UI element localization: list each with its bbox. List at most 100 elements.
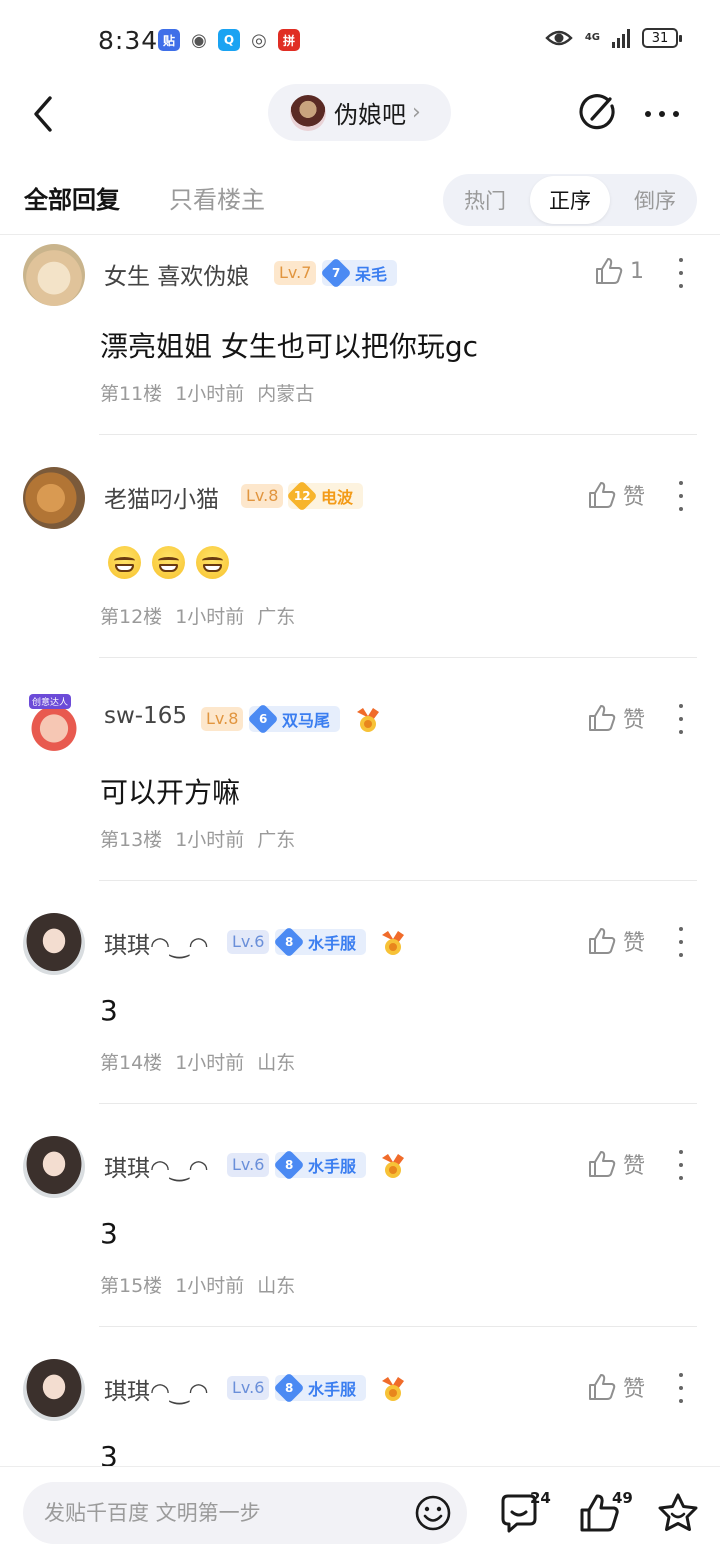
reply-menu-button[interactable] [677,1373,685,1403]
avatar[interactable] [23,1136,85,1198]
thumbs-up-icon [589,1151,616,1177]
floor-number: 第15楼 [100,1275,163,1297]
ip-location: 山东 [257,1052,296,1074]
qq-browser-app-icon: Q [218,29,240,51]
post-time: 1小时前 [175,383,245,405]
reply-filter-bar: 全部回复 只看楼主 热门 正序 倒序 [0,160,720,234]
reply-meta: 第13楼 1小时前 广东 [100,825,308,852]
username[interactable]: 琪琪◠‿◠ [104,926,209,960]
like-label: 赞 [623,485,646,510]
like-label: 赞 [623,931,646,956]
level-badge: Lv.7 [274,261,317,285]
fan-badge-name: 水手服 [308,1380,357,1399]
edit-post-icon[interactable] [578,92,618,132]
sort-toggle: 热门 正序 倒序 [443,174,697,226]
avatar[interactable]: 创意达人 [23,690,85,752]
like-count: 49 [612,1489,633,1507]
reply-menu-button[interactable] [677,704,685,734]
reply-meta: 第12楼 1小时前 广东 [100,602,308,629]
emoji-icon[interactable] [414,1494,452,1532]
reply-meta: 第11楼 1小时前 内蒙古 [100,379,327,406]
reply-divider [99,434,697,435]
status-time: 8:34 [98,26,159,55]
avatar[interactable] [23,244,85,306]
username[interactable]: 女生 喜欢伪娘 [104,257,249,291]
fan-badge-name: 电波 [321,488,354,507]
reply-input[interactable]: 发贴千百度 文明第一步 [23,1482,467,1544]
post-time: 1小时前 [175,829,245,851]
like-button[interactable]: 赞 [587,925,645,957]
post-time: 1小时前 [175,1052,245,1074]
reply-meta: 第14楼 1小时前 山东 [100,1048,308,1075]
reply-content: 3 [100,994,118,1027]
fan-badge: 7 呆毛 [320,257,398,289]
ip-location: 山东 [257,1275,296,1297]
post-time: 1小时前 [175,1275,245,1297]
fan-badge-name: 水手服 [308,934,357,953]
chevron-right-icon: › [412,100,421,125]
reply-menu-button[interactable] [677,481,685,511]
like-button[interactable]: 1 [594,256,644,286]
level-badge: Lv.6 [227,1153,270,1177]
thumbs-up-icon [589,482,616,508]
like-button[interactable]: 赞 [587,1371,645,1403]
sort-descending[interactable]: 倒序 [615,174,695,226]
forum-avatar [290,94,326,131]
floor-number: 第12楼 [100,606,163,628]
like-button[interactable]: 赞 [587,479,645,511]
fan-badge-level: 8 [284,934,294,949]
wechat-app-icon: ◉ [188,29,210,51]
forum-entry-button[interactable]: 伪娘吧 › [268,84,451,141]
sort-ascending[interactable]: 正序 [530,176,610,224]
username[interactable]: 琪琪◠‿◠ [104,1149,209,1183]
tab-all-replies[interactable]: 全部回复 [24,180,120,215]
ip-location: 广东 [257,829,296,851]
fan-badge-name: 呆毛 [355,265,388,284]
tab-op-only[interactable]: 只看楼主 [169,180,265,215]
sort-hot[interactable]: 热门 [445,174,525,226]
avatar[interactable] [23,913,85,975]
back-arrow-icon[interactable] [28,94,62,134]
medal-icon [382,1377,404,1401]
like-label: 赞 [623,1377,646,1402]
floor-number: 第13楼 [100,829,163,851]
ip-location: 内蒙古 [257,383,315,405]
radar-app-icon: ◎ [248,29,270,51]
reply-meta: 第15楼 1小时前 山东 [100,1271,308,1298]
avatar[interactable] [23,1359,85,1421]
grin-emoji-icon [108,546,141,579]
username[interactable]: sw-165 [104,703,187,729]
reply-menu-button[interactable] [677,1150,685,1180]
ip-location: 广东 [257,606,296,628]
reply-menu-button[interactable] [677,927,685,957]
like-button[interactable]: 赞 [587,1148,645,1180]
reply-content: 3 [100,1440,118,1466]
grin-emoji-icon [152,546,185,579]
username[interactable]: 琪琪◠‿◠ [104,1372,209,1406]
comment-count: 24 [530,1489,551,1507]
fan-badge: 6 双马尾 [247,703,341,735]
reply-item: 老猫叼小猫 Lv.8 12 电波 赞 第12楼 1小时前 广东 [0,459,720,659]
level-badge: Lv.6 [227,1376,270,1400]
more-options-button[interactable] [640,96,684,132]
reply-divider [99,880,697,881]
medal-icon [357,708,379,732]
reply-menu-button[interactable] [677,258,685,288]
username[interactable]: 老猫叼小猫 [104,480,219,514]
thumbs-up-icon [589,705,616,731]
star-favorite-icon[interactable] [656,1491,700,1535]
battery-icon: 31 [642,28,682,48]
level-badge: Lv.8 [201,707,244,731]
reply-item: 琪琪◠‿◠ Lv.6 8 水手服 赞 3 [0,1351,720,1466]
like-button[interactable]: 赞 [587,702,645,734]
reply-content: 可以开方嘛 [100,776,241,809]
fan-badge-name: 双马尾 [282,711,331,730]
avatar[interactable] [23,467,85,529]
header-divider [0,234,720,235]
thumbs-up-icon [589,928,616,954]
status-bar: 8:34 贴 ◉ Q ◎ 拼 4G 31 [0,0,720,80]
level-badge: Lv.8 [241,484,284,508]
grin-emoji-icon [196,546,229,579]
reply-divider [99,1103,697,1104]
reply-divider [99,1326,697,1327]
